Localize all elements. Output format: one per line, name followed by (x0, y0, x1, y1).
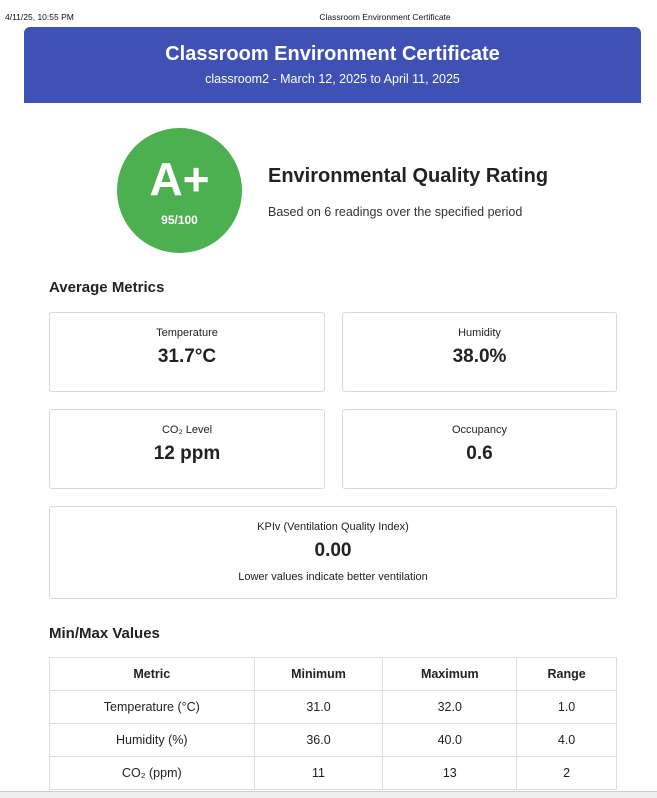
cell-metric: Temperature (°C) (49, 690, 255, 724)
grade-score: 95/100 (161, 213, 198, 227)
temperature-label: Temperature (156, 327, 218, 339)
minmax-heading: Min/Max Values (49, 625, 160, 642)
cell-maximum: 13 (382, 756, 518, 790)
minmax-table: Metric Minimum Maximum Range Temperature… (49, 657, 617, 790)
cell-range: 2 (516, 756, 617, 790)
cell-minimum: 36.0 (253, 723, 384, 757)
temperature-value: 31.7°C (157, 346, 217, 367)
col-header-metric: Metric (49, 657, 255, 691)
certificate-subtitle: classroom2 - March 12, 2025 to April 11,… (205, 72, 460, 86)
average-metrics-heading: Average Metrics (49, 279, 165, 296)
rating-description: Based on 6 readings over the specified p… (268, 205, 523, 219)
kpiv-label: KPIv (Ventilation Quality Index) (257, 521, 409, 533)
co2-label: CO₂ Level (161, 424, 213, 436)
col-header-maximum: Maximum (382, 657, 518, 691)
print-doc-title: Classroom Environment Certificate (319, 12, 451, 22)
certificate-title: Classroom Environment Certificate (165, 43, 500, 65)
col-header-range: Range (516, 657, 617, 691)
print-header: 4/11/25, 10:55 PM Classroom Environment … (0, 0, 657, 26)
occupancy-value: 0.6 (466, 443, 493, 464)
occupancy-label: Occupancy (451, 424, 508, 436)
grade-letter: A+ (149, 153, 210, 205)
certificate-banner: Classroom Environment Certificate classr… (24, 27, 641, 103)
cell-metric: CO₂ (ppm) (49, 756, 255, 790)
humidity-label: Humidity (458, 327, 501, 339)
rating-title: Environmental Quality Rating (268, 165, 549, 187)
table-row: Humidity (%) 36.0 40.0 4.0 (49, 723, 617, 757)
cell-metric: Humidity (%) (49, 723, 255, 757)
occupancy-card: Occupancy 0.6 (342, 409, 617, 489)
humidity-value: 38.0% (452, 346, 507, 367)
cell-minimum: 31.0 (253, 690, 384, 724)
table-header-row: Metric Minimum Maximum Range (49, 657, 617, 691)
col-header-minimum: Minimum (253, 657, 384, 691)
table-row: Temperature (°C) 31.0 32.0 1.0 (49, 690, 617, 724)
humidity-card: Humidity 38.0% (342, 312, 617, 392)
cell-range: 1.0 (516, 690, 617, 724)
cell-maximum: 40.0 (382, 723, 518, 757)
cell-minimum: 11 (253, 756, 384, 790)
kpiv-value: 0.00 (314, 540, 352, 561)
co2-value: 12 ppm (153, 443, 221, 464)
co2-card: CO₂ Level 12 ppm (49, 409, 325, 489)
grade-badge: A+ 95/100 (117, 128, 242, 253)
temperature-card: Temperature 31.7°C (49, 312, 325, 392)
cell-maximum: 32.0 (382, 690, 518, 724)
table-row: CO₂ (ppm) 11 13 2 (49, 756, 617, 790)
cell-range: 4.0 (516, 723, 617, 757)
kpiv-card: KPIv (Ventilation Quality Index) 0.00 Lo… (49, 506, 617, 599)
kpiv-note: Lower values indicate better ventilation (238, 571, 428, 583)
viewer-bottom-bar (0, 791, 657, 798)
